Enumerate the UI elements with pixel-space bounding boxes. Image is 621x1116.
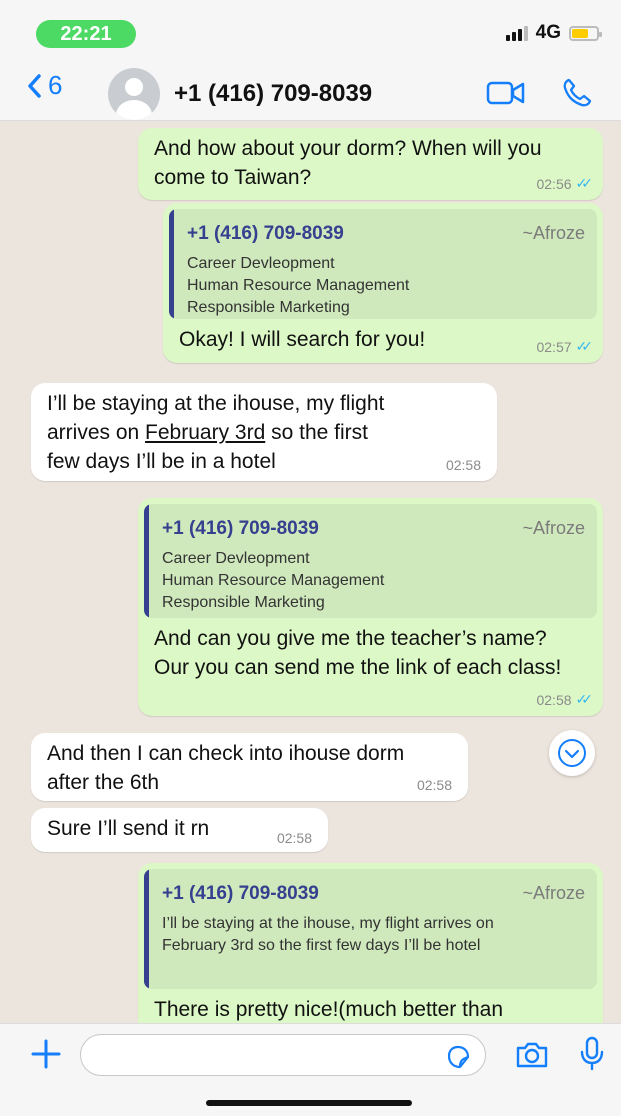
unread-count: 6 <box>48 70 63 100</box>
avatar[interactable] <box>108 68 160 120</box>
message-text: And then I can check into ihouse dorm af… <box>47 742 405 794</box>
quoted-text: Career Devleopment Human Resource Manage… <box>162 550 385 611</box>
microphone-icon[interactable] <box>578 1036 606 1072</box>
message-text: There is pretty nice!(much better than <box>154 998 503 1021</box>
message-time: 02:58 <box>276 830 312 846</box>
scroll-to-bottom-button[interactable] <box>549 730 595 776</box>
message-outgoing[interactable]: And how about your dorm? When will you c… <box>138 128 603 200</box>
chevron-left-icon <box>28 73 41 98</box>
quoted-tag: ~Afroze <box>522 223 585 243</box>
quoted-text: Career Devleopment Human Resource Manage… <box>187 255 410 316</box>
read-ticks-icon: ✓✓ <box>575 691 594 707</box>
read-ticks-icon: ✓✓ <box>575 175 594 191</box>
battery-icon <box>569 25 602 41</box>
date-link[interactable]: February 3rd <box>145 421 265 444</box>
quoted-text: I’ll be staying at the ihouse, my flight… <box>162 915 494 954</box>
quoted-message[interactable]: +1 (416) 709-8039 ~Afroze Career Devleop… <box>169 209 597 319</box>
quoted-author: +1 (416) 709-8039 <box>162 518 319 539</box>
message-outgoing[interactable]: +1 (416) 709-8039 ~Afroze Career Devleop… <box>163 203 603 363</box>
message-time: 02:57 <box>536 338 572 355</box>
chat-header: 6 +1 (416) 709-8039 <box>0 58 621 121</box>
sticker-icon[interactable] <box>445 1044 471 1070</box>
message-outgoing[interactable]: +1 (416) 709-8039 ~Afroze I’ll be stayin… <box>138 863 603 1023</box>
message-meta: 02:58 ✓✓ <box>536 691 594 708</box>
message-time: 02:58 <box>445 457 481 473</box>
network-label: 4G <box>535 22 561 43</box>
message-time: 02:56 <box>536 175 572 192</box>
status-time: 22:21 <box>36 20 136 48</box>
message-text: And how about your dorm? When will you c… <box>154 137 542 189</box>
read-ticks-icon: ✓✓ <box>575 338 594 354</box>
chat-area[interactable]: And how about your dorm? When will you c… <box>0 121 621 1023</box>
quoted-message[interactable]: +1 (416) 709-8039 ~Afroze I’ll be stayin… <box>144 869 597 989</box>
quoted-tag: ~Afroze <box>522 518 585 538</box>
back-button[interactable]: 6 <box>26 70 62 101</box>
quoted-author: +1 (416) 709-8039 <box>187 223 344 244</box>
message-meta: 02:57 ✓✓ <box>536 338 594 355</box>
message-text: And can you give me the teacher’s name? … <box>154 627 562 679</box>
message-time: 02:58 <box>536 691 572 708</box>
status-bar: 22:21 4G <box>0 0 621 58</box>
message-meta: 02:56 ✓✓ <box>536 175 594 192</box>
message-incoming[interactable]: Sure I’ll send it rn 02:58 <box>31 808 328 852</box>
contact-name[interactable]: +1 (416) 709-8039 <box>174 80 372 108</box>
camera-icon[interactable] <box>514 1040 550 1070</box>
message-meta: 02:58 <box>277 830 312 846</box>
phone-icon[interactable] <box>560 76 594 110</box>
quoted-message[interactable]: +1 (416) 709-8039 ~Afroze Career Devleop… <box>144 504 597 618</box>
message-text: Sure I’ll send it rn <box>47 817 210 840</box>
message-outgoing[interactable]: +1 (416) 709-8039 ~Afroze Career Devleop… <box>138 498 603 716</box>
home-indicator <box>206 1100 412 1106</box>
message-meta: 02:58 <box>417 777 452 793</box>
signal-icon <box>505 25 528 41</box>
message-incoming[interactable]: And then I can check into ihouse dorm af… <box>31 733 468 801</box>
video-camera-icon[interactable] <box>486 80 526 106</box>
message-time: 02:58 <box>416 777 452 793</box>
chevron-down-icon <box>558 739 586 767</box>
plus-icon[interactable] <box>28 1036 64 1072</box>
quoted-tag: ~Afroze <box>522 883 585 903</box>
message-input[interactable] <box>80 1034 486 1076</box>
message-incoming[interactable]: I’ll be staying at the ihouse, my flight… <box>31 383 497 481</box>
status-right: 4G <box>505 22 602 44</box>
message-text: Okay! I will search for you! <box>179 328 426 351</box>
message-meta: 02:58 <box>446 457 481 473</box>
message-text: I’ll be staying at the ihouse, my flight… <box>47 392 385 473</box>
quoted-author: +1 (416) 709-8039 <box>162 883 319 904</box>
